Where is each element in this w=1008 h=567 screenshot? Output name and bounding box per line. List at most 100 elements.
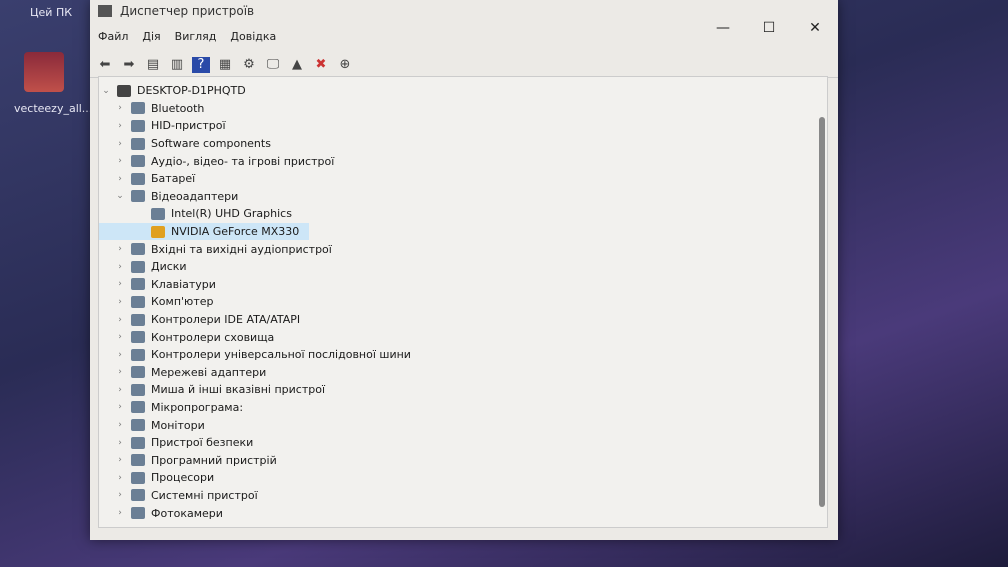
tree-item-label: Контролери IDE ATA/ATAPI (151, 313, 301, 327)
tree-item-label: Контролери універсальної послідовної шин… (151, 348, 411, 362)
menu-help[interactable]: Довідка (230, 30, 276, 52)
expand-chevron-icon[interactable]: › (113, 455, 127, 465)
device-icon (131, 190, 145, 203)
expand-chevron-icon[interactable]: › (113, 156, 127, 166)
tree-item[interactable]: › Миша й інші вказівні пристрої (99, 381, 827, 399)
device-icon (131, 419, 145, 432)
tree-item-label: Диски (151, 260, 187, 274)
tree-item[interactable]: › Мережеві адаптери (99, 364, 827, 382)
root-label: DESKTOP-D1PHQTD (137, 84, 246, 98)
maximize-button[interactable]: ☐ (746, 20, 792, 36)
tree-item[interactable]: Intel(R) UHD Graphics (99, 205, 827, 223)
expand-chevron-icon[interactable]: › (113, 332, 127, 342)
device-tree: ⌄ DESKTOP-D1PHQTD › Bluetooth › HID-пристро… (98, 76, 828, 528)
collapse-chevron-icon[interactable]: ⌄ (113, 191, 127, 201)
add-driver-icon[interactable]: ▲ (288, 57, 306, 73)
view-icon[interactable]: ▦ (216, 57, 234, 73)
expand-chevron-icon[interactable]: › (113, 420, 127, 430)
help-icon[interactable]: ? (192, 56, 210, 73)
expand-chevron-icon[interactable]: › (113, 438, 127, 448)
window-title: Диспетчер пристроїв (120, 4, 255, 18)
tree-item[interactable]: › Контролери універсальної послідовної ши… (99, 346, 827, 364)
menu-action[interactable]: Дія (142, 30, 160, 52)
forward-icon[interactable]: ➡ (120, 57, 138, 73)
tree-item[interactable]: › Фотокамери (99, 504, 827, 522)
tree-root[interactable]: ⌄ DESKTOP-D1PHQTD (99, 82, 827, 100)
device-manager-icon (98, 5, 112, 17)
expand-chevron-icon[interactable]: › (113, 402, 127, 412)
device-icon (131, 454, 145, 467)
tree-item[interactable]: › Вхідні та вихідні аудіопристрої (99, 240, 827, 258)
minimize-button[interactable]: — (700, 20, 746, 36)
tree-item-label: Software components (151, 137, 271, 151)
expand-chevron-icon[interactable]: › (113, 103, 127, 113)
desktop-file-label[interactable]: vecteezy_all... (14, 102, 92, 115)
tree-item-label: Intel(R) UHD Graphics (171, 207, 292, 221)
tree-item[interactable]: › Мікропрограма: (99, 399, 827, 417)
tree-item[interactable]: › Процесори (99, 469, 827, 487)
back-icon[interactable]: ⬅ (96, 57, 114, 73)
tree-item[interactable]: › Батареї (99, 170, 827, 188)
tree-item-label: NVIDIA GeForce MX330 (171, 225, 300, 239)
update-icon[interactable]: ▥ (168, 57, 186, 73)
expand-chevron-icon[interactable]: › (113, 473, 127, 483)
download-icon[interactable]: ⊕ (336, 57, 354, 73)
tree-item[interactable]: › HID-пристрої (99, 117, 827, 135)
tree-item[interactable]: › Клавіатури (99, 276, 827, 294)
tree-item-label: Фотокамери (151, 506, 223, 520)
expand-chevron-icon[interactable]: › (113, 121, 127, 131)
expand-chevron-icon[interactable]: › (113, 490, 127, 500)
tree-item[interactable]: › Монітори (99, 416, 827, 434)
tree-item-label: Батареї (151, 172, 196, 186)
tree-item[interactable]: › Аудіо-, відео- та ігрові пристрої (99, 152, 827, 170)
scan-icon[interactable]: ⚙ (240, 57, 258, 73)
scrollbar[interactable] (819, 117, 825, 507)
expand-chevron-icon[interactable]: › (113, 315, 127, 325)
device-icon (131, 155, 145, 168)
expand-chevron-icon[interactable]: › (113, 244, 127, 254)
tree-item-label: Пристрої безпеки (151, 436, 254, 450)
expand-chevron-icon[interactable]: › (113, 279, 127, 289)
expand-chevron-icon[interactable]: › (113, 508, 127, 518)
tree-item-label: HID-пристрої (151, 119, 226, 133)
monitor-icon[interactable]: 🖵 (264, 57, 282, 73)
tree-item-label: Аудіо-, відео- та ігрові пристрої (151, 154, 335, 168)
device-icon (131, 489, 145, 502)
tree-item-label: Програмний пристрій (151, 453, 277, 467)
device-icon (131, 102, 145, 115)
tree-item[interactable]: › Комп'ютер (99, 293, 827, 311)
tree-item-label: Монітори (151, 418, 205, 432)
menu-view[interactable]: Вигляд (175, 30, 217, 52)
tree-item-label: Bluetooth (151, 101, 205, 115)
tree-item[interactable]: › Bluetooth (99, 100, 827, 118)
tree-item[interactable]: › Контролери сховища (99, 328, 827, 346)
tree-item[interactable]: › Системні пристрої (99, 487, 827, 505)
tree-item[interactable]: › Диски (99, 258, 827, 276)
expand-chevron-icon[interactable]: › (113, 174, 127, 184)
device-icon (131, 295, 145, 308)
device-icon (131, 348, 145, 361)
device-icon (131, 278, 145, 291)
expand-chevron-icon[interactable]: › (113, 350, 127, 360)
expand-chevron-icon[interactable]: › (113, 297, 127, 307)
tree-item[interactable]: › Програмний пристрій (99, 451, 827, 469)
device-icon (131, 507, 145, 520)
properties-icon[interactable]: ▤ (144, 57, 162, 73)
expand-chevron-icon[interactable]: › (113, 367, 127, 377)
menu-file[interactable]: Файл (98, 30, 128, 52)
expand-chevron-icon[interactable]: › (113, 139, 127, 149)
tree-item[interactable]: › Пристрої безпеки (99, 434, 827, 452)
tree-item[interactable]: NVIDIA GeForce MX330 (99, 222, 309, 241)
expand-chevron-icon[interactable]: › (113, 262, 127, 272)
device-icon (131, 471, 145, 484)
desktop-this-pc[interactable]: Цей ПК (30, 6, 72, 19)
uninstall-icon[interactable]: ✖ (312, 57, 330, 73)
collapse-chevron-icon[interactable]: ⌄ (99, 86, 113, 96)
expand-chevron-icon[interactable]: › (113, 385, 127, 395)
tree-item[interactable]: › Software components (99, 135, 827, 153)
tree-item[interactable]: › Контролери IDE ATA/ATAPI (99, 311, 827, 329)
archive-file-icon[interactable] (24, 52, 64, 92)
device-icon (151, 207, 165, 220)
close-button[interactable]: ✕ (792, 20, 838, 36)
tree-item[interactable]: ⌄ Відеоадаптери (99, 188, 827, 206)
